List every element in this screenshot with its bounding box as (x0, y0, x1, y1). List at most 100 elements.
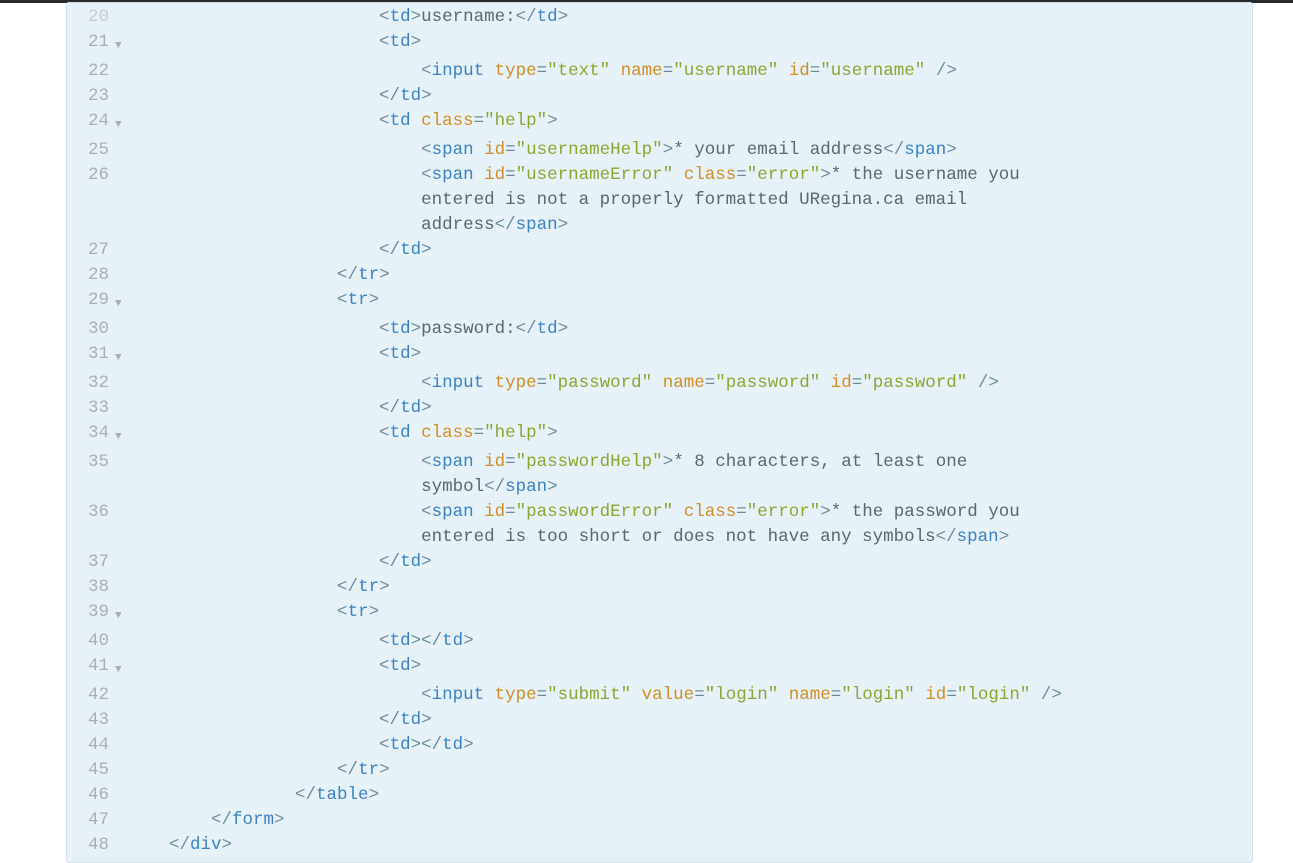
fold-chevron-icon (115, 550, 127, 554)
code-content[interactable]: </tr> (127, 263, 1252, 288)
line-number: 41 (67, 654, 115, 679)
line-number: 35 (67, 450, 115, 475)
fold-chevron-icon[interactable] (115, 342, 127, 371)
line-number: 38 (67, 575, 115, 600)
code-content[interactable]: </table> (127, 783, 1252, 808)
code-content[interactable]: entered is not a properly formatted UReg… (127, 188, 1252, 213)
fold-chevron-icon[interactable] (115, 288, 127, 317)
code-content[interactable]: <span id="passwordError" class="error">*… (127, 500, 1252, 525)
code-content[interactable]: symbol</span> (127, 475, 1252, 500)
code-content[interactable]: <td> (127, 654, 1252, 679)
code-content[interactable]: <td class="help"> (127, 421, 1252, 446)
code-content[interactable]: <span id="usernameHelp">* your email add… (127, 138, 1252, 163)
code-line[interactable]: 23 </td> (67, 84, 1252, 109)
code-line[interactable]: 48 </div> (67, 833, 1252, 858)
code-content[interactable]: </td> (127, 84, 1252, 109)
code-line[interactable]: 42 <input type="submit" value="login" na… (67, 683, 1252, 708)
fold-chevron-icon[interactable] (115, 600, 127, 629)
code-line[interactable]: 34 <td class="help"> (67, 421, 1252, 450)
fold-chevron-icon (115, 708, 127, 712)
code-content[interactable]: <td> (127, 342, 1252, 367)
code-line[interactable]: address</span> (67, 213, 1252, 238)
line-number: 40 (67, 629, 115, 654)
fold-chevron-icon (115, 758, 127, 762)
fold-chevron-icon (115, 833, 127, 837)
code-content[interactable]: <td>password:</td> (127, 317, 1252, 342)
code-content[interactable]: <td>username:</td> (127, 5, 1252, 30)
code-line[interactable]: 35 <span id="passwordHelp">* 8 character… (67, 450, 1252, 475)
code-line[interactable]: entered is too short or does not have an… (67, 525, 1252, 550)
code-line[interactable]: symbol</span> (67, 475, 1252, 500)
code-content[interactable]: </td> (127, 550, 1252, 575)
code-line[interactable]: 24 <td class="help"> (67, 109, 1252, 138)
fold-chevron-icon[interactable] (115, 109, 127, 138)
fold-chevron-icon (115, 629, 127, 633)
code-content[interactable]: </form> (127, 808, 1252, 833)
code-line[interactable]: 25 <span id="usernameHelp">* your email … (67, 138, 1252, 163)
line-number: 47 (67, 808, 115, 833)
code-content[interactable]: </tr> (127, 758, 1252, 783)
code-line[interactable]: 38 </tr> (67, 575, 1252, 600)
fold-chevron-icon (115, 238, 127, 242)
code-content[interactable]: </div> (127, 833, 1252, 858)
code-content[interactable]: <input type="password" name="password" i… (127, 371, 1252, 396)
code-content[interactable]: <td> (127, 30, 1252, 55)
fold-chevron-icon (115, 5, 127, 9)
fold-chevron-icon[interactable] (115, 421, 127, 450)
code-line[interactable]: 40 <td></td> (67, 629, 1252, 654)
code-editor[interactable]: 20 <td>username:</td>21 <td>22 <input ty… (66, 2, 1253, 863)
code-line[interactable]: 46 </table> (67, 783, 1252, 808)
code-line[interactable]: 45 </tr> (67, 758, 1252, 783)
line-number: 43 (67, 708, 115, 733)
line-number: 25 (67, 138, 115, 163)
code-content[interactable]: entered is too short or does not have an… (127, 525, 1252, 550)
code-line[interactable]: 37 </td> (67, 550, 1252, 575)
line-number: 30 (67, 317, 115, 342)
code-content[interactable]: <input type="submit" value="login" name=… (127, 683, 1252, 708)
code-content[interactable]: </tr> (127, 575, 1252, 600)
code-content[interactable]: <span id="usernameError" class="error">*… (127, 163, 1252, 188)
fold-chevron-icon[interactable] (115, 654, 127, 683)
code-line[interactable]: 32 <input type="password" name="password… (67, 371, 1252, 396)
code-line[interactable]: 27 </td> (67, 238, 1252, 263)
code-content[interactable]: address</span> (127, 213, 1252, 238)
code-content[interactable]: </td> (127, 238, 1252, 263)
code-line[interactable]: 22 <input type="text" name="username" id… (67, 59, 1252, 84)
code-line[interactable]: 41 <td> (67, 654, 1252, 683)
code-line[interactable]: 21 <td> (67, 30, 1252, 59)
code-content[interactable]: </td> (127, 708, 1252, 733)
code-line[interactable]: entered is not a properly formatted UReg… (67, 188, 1252, 213)
line-number: 44 (67, 733, 115, 758)
code-content[interactable]: <td></td> (127, 733, 1252, 758)
line-number: 32 (67, 371, 115, 396)
code-content[interactable]: <input type="text" name="username" id="u… (127, 59, 1252, 84)
fold-chevron-icon (115, 371, 127, 375)
code-content[interactable]: </td> (127, 396, 1252, 421)
line-number: 20 (67, 5, 115, 30)
code-line[interactable]: 28 </tr> (67, 263, 1252, 288)
code-line[interactable]: 29 <tr> (67, 288, 1252, 317)
fold-chevron-icon (115, 500, 127, 504)
code-content[interactable]: <tr> (127, 288, 1252, 313)
code-content[interactable]: <span id="passwordHelp">* 8 characters, … (127, 450, 1252, 475)
code-line[interactable]: 26 <span id="usernameError" class="error… (67, 163, 1252, 188)
code-line[interactable]: 30 <td>password:</td> (67, 317, 1252, 342)
code-line[interactable]: 20 <td>username:</td> (67, 5, 1252, 30)
line-number: 46 (67, 783, 115, 808)
fold-chevron-icon (115, 396, 127, 400)
code-line[interactable]: 47 </form> (67, 808, 1252, 833)
code-line[interactable]: 33 </td> (67, 396, 1252, 421)
code-content[interactable]: <tr> (127, 600, 1252, 625)
code-line[interactable]: 31 <td> (67, 342, 1252, 371)
line-number: 33 (67, 396, 115, 421)
line-number: 28 (67, 263, 115, 288)
fold-chevron-icon[interactable] (115, 30, 127, 59)
code-content[interactable]: <td></td> (127, 629, 1252, 654)
code-line[interactable]: 44 <td></td> (67, 733, 1252, 758)
fold-chevron-icon (115, 450, 127, 454)
code-line[interactable]: 36 <span id="passwordError" class="error… (67, 500, 1252, 525)
code-content[interactable]: <td class="help"> (127, 109, 1252, 134)
fold-chevron-icon (115, 59, 127, 63)
code-line[interactable]: 39 <tr> (67, 600, 1252, 629)
code-line[interactable]: 43 </td> (67, 708, 1252, 733)
